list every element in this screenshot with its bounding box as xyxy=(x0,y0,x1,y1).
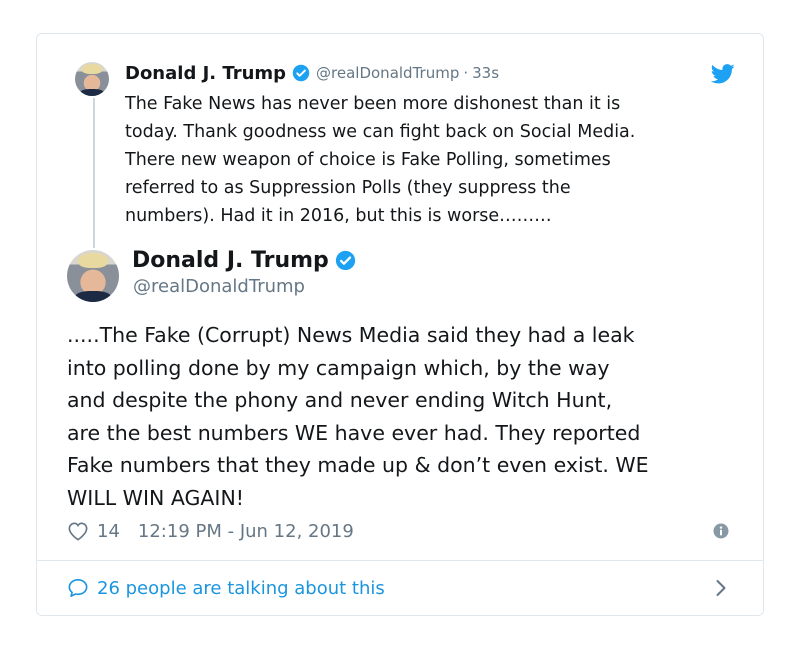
talking-about-label[interactable]: 26 people are talking about this xyxy=(97,578,385,599)
twitter-bird-icon[interactable] xyxy=(711,64,735,84)
chevron-right-icon[interactable] xyxy=(715,579,727,597)
main-tweet-text: .....The Fake (Corrupt) News Media said … xyxy=(67,323,649,510)
like-count[interactable]: 14 xyxy=(97,521,120,542)
main-tweet-author: Donald J. Trump xyxy=(132,248,356,273)
dot-separator: · xyxy=(463,64,469,82)
main-tweet-avatar[interactable] xyxy=(67,250,119,302)
heart-icon[interactable] xyxy=(67,521,89,541)
thread-connector-line xyxy=(93,98,95,248)
verified-badge-icon xyxy=(335,250,355,271)
speech-bubble-icon xyxy=(68,579,88,597)
quoted-tweet-avatar[interactable] xyxy=(75,62,109,96)
quoted-tweet-text: The Fake News has never been more dishon… xyxy=(125,94,636,226)
tweet-meta-row: 14 12:19 PM - Jun 12, 2019 xyxy=(67,519,354,543)
verified-badge-icon xyxy=(292,64,310,82)
divider xyxy=(37,560,763,561)
quoted-tweet-header: Donald J. Trump @realDonaldTrump · 33s xyxy=(125,62,499,84)
main-author-handle[interactable]: @realDonaldTrump xyxy=(133,276,305,297)
quoted-author-handle[interactable]: @realDonaldTrump xyxy=(316,64,459,82)
main-author-name[interactable]: Donald J. Trump xyxy=(132,248,329,273)
quoted-tweet-time[interactable]: 33s xyxy=(472,64,499,82)
conversation-link[interactable]: 26 people are talking about this xyxy=(67,575,385,601)
tweet-timestamp[interactable]: 12:19 PM - Jun 12, 2019 xyxy=(138,521,354,542)
info-icon[interactable] xyxy=(713,523,729,539)
embedded-tweet-card: Donald J. Trump @realDonaldTrump · 33s T… xyxy=(36,33,764,616)
quoted-author-name[interactable]: Donald J. Trump xyxy=(125,63,286,84)
